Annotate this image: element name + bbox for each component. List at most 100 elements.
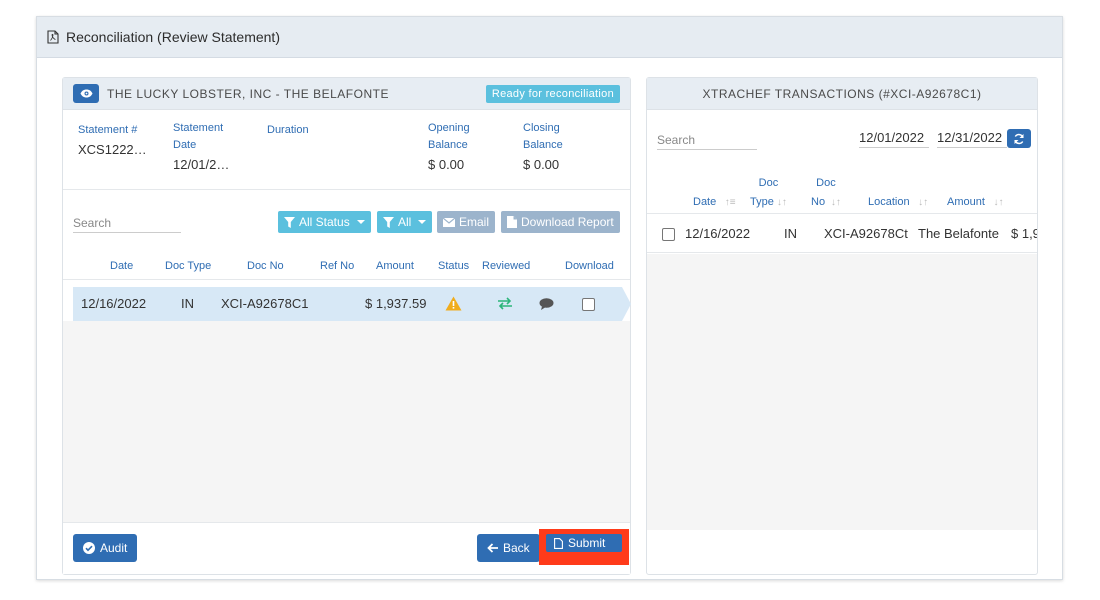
duration-field: Duration [267,122,309,139]
column-header-location[interactable]: Location ↓↑ [868,193,928,212]
row-date: 12/16/2022 [685,226,751,241]
submit-highlight: Submit [539,529,629,565]
sort-icon: ↑≡ [719,197,736,208]
column-header-doc-type[interactable]: Doc Type ↓↑ [750,174,787,212]
arrow-left-icon [487,543,498,553]
opening-balance-field: Opening Balance $ 0.00 [428,120,470,173]
download-report-label: Download Report [521,215,614,229]
transactions-panel-header: XTRACHEF TRANSACTIONS (#XCI-A92678C1) [647,78,1037,110]
opening-balance-label: Opening [428,122,470,134]
statement-date-value: 12/01/2… [173,157,230,172]
statement-panel: THE LUCKY LOBSTER, INC - THE BELAFONTE R… [62,77,631,575]
column-header-date[interactable]: Date ↑≡ [693,193,736,212]
row-amount: $ 1,9 [1011,226,1037,241]
column-header-download[interactable]: Download [565,260,614,272]
sort-icon: ↓↑ [987,197,1004,208]
duration-label: Duration [267,124,309,136]
statement-date-label-2: Date [173,139,197,151]
refresh-button[interactable] [1007,129,1031,148]
date-to-input[interactable]: 12/31/2022 [937,130,1007,148]
statement-panel-footer: Audit Back Submit [63,522,630,574]
column-header-status[interactable]: Status [438,260,469,272]
all-status-filter-button[interactable]: All Status [278,211,371,233]
doc-no-header-label-1: Doc [816,177,836,189]
view-statement-button[interactable] [73,84,99,103]
date-from-input[interactable]: 12/01/2022 [859,130,929,148]
row-select-checkbox[interactable] [662,228,675,241]
row-location: The Belafonte [918,226,999,241]
transactions-search-input[interactable]: Search [657,133,757,150]
column-header-date[interactable]: Date [110,260,133,272]
column-header-amount[interactable]: Amount [376,260,414,272]
closing-balance-label-2: Balance [523,139,563,151]
download-report-button[interactable]: Download Report [501,211,620,233]
doc-no-header-label-2: No [811,196,826,208]
filter-icon [284,216,295,228]
row-doc-no: XCI-A92678Ct [824,226,908,241]
row-selected-arrow [622,287,631,321]
closing-balance-label: Closing [523,122,560,134]
audit-button[interactable]: Audit [73,534,138,562]
amount-header-label: Amount [947,196,985,208]
reconciliation-window: Reconciliation (Review Statement) THE LU… [36,16,1063,580]
opening-balance-value: $ 0.00 [428,157,465,172]
column-header-doc-no[interactable]: Doc No [247,260,284,272]
email-button[interactable]: Email [437,211,496,233]
comment-icon[interactable] [539,298,554,310]
column-header-reviewed[interactable]: Reviewed [482,260,530,272]
column-header-doc-type[interactable]: Doc Type [165,260,211,272]
warning-icon[interactable] [445,296,462,311]
statement-number-field: Statement # XCS1222… [78,122,147,158]
table-row[interactable]: 12/16/2022 IN XCI-A92678C1 $ 1,937.59 [73,287,622,321]
all-filter-label: All [398,215,412,229]
transactions-table-header: Date ↑≡ Doc Type ↓↑ Doc No ↓↑ Location ↓↑… [647,174,1037,214]
all-filter-button[interactable]: All [377,211,433,233]
chevron-down-icon [356,220,365,224]
refresh-icon [1014,133,1024,144]
download-checkbox[interactable] [582,298,595,311]
submit-button[interactable]: Submit [546,534,622,552]
column-header-amount[interactable]: Amount ↓↑ [947,193,1003,212]
reconcile-arrows-icon[interactable] [497,297,513,310]
status-badge: Ready for reconciliation [485,84,620,103]
transactions-title: XTRACHEF TRANSACTIONS (#XCI-A92678C1) [702,86,982,101]
sort-icon: ↓↑ [912,197,929,208]
sort-icon: ↓↑ [776,197,787,208]
pdf-file-icon [47,30,59,44]
vendor-title: THE LUCKY LOBSTER, INC - THE BELAFONTE [107,86,389,101]
row-amount: $ 1,937.59 [365,296,427,311]
table-row[interactable]: 12/16/2022 IN XCI-A92678Ct The Belafonte… [647,216,1037,253]
statement-table-empty-area [63,321,630,522]
all-status-label: All Status [299,215,350,229]
email-label: Email [459,215,490,229]
column-header-ref-no[interactable]: Ref No [320,260,354,272]
statement-date-field: Statement Date 12/01/2… [173,120,229,173]
statement-info: Statement # XCS1222… Statement Date 12/0… [63,110,630,190]
row-date: 12/16/2022 [81,296,147,311]
transactions-table-empty-area [647,254,1037,530]
doc-type-header-label-2: Type [750,196,774,208]
statement-table-header: Date Doc Type Doc No Ref No Amount Statu… [63,258,630,280]
submit-label: Submit [568,536,606,550]
row-doc-no: XCI-A92678C1 [221,296,309,311]
eye-icon [80,89,92,98]
window-title: Reconciliation (Review Statement) [66,29,280,45]
date-header-label: Date [693,196,717,208]
window-header: Reconciliation (Review Statement) [37,17,1062,58]
chevron-down-icon [418,220,427,224]
location-header-label: Location [868,196,910,208]
file-icon [554,537,563,549]
audit-label: Audit [100,541,128,555]
statement-number-label: Statement # [78,124,138,136]
back-button[interactable]: Back [477,534,540,562]
row-doc-type: IN [784,226,797,241]
closing-balance-field: Closing Balance $ 0.00 [523,120,563,173]
statement-toolbar: Search All Status All Email Download Rep… [73,211,620,235]
envelope-icon [443,217,455,227]
statement-panel-header: THE LUCKY LOBSTER, INC - THE BELAFONTE R… [63,78,630,110]
statement-date-label: Statement [173,122,224,134]
file-icon [507,216,517,228]
column-header-doc-no[interactable]: Doc No ↓↑ [811,174,841,212]
transactions-panel: XTRACHEF TRANSACTIONS (#XCI-A92678C1) Se… [646,77,1038,575]
statement-search-input[interactable]: Search [73,216,181,233]
